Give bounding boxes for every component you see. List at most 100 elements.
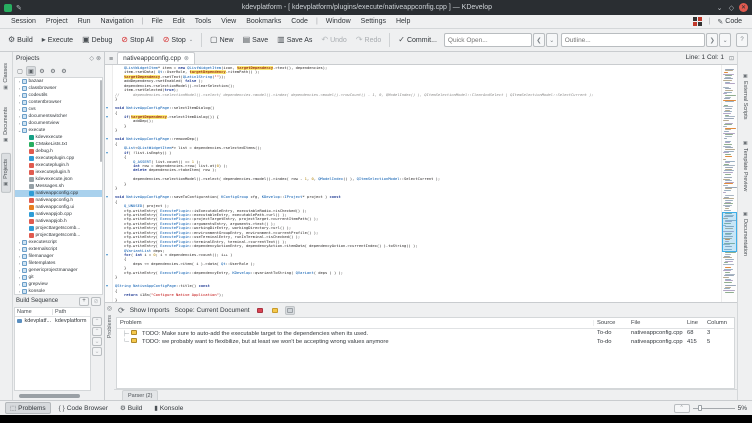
menu-run[interactable]: Run xyxy=(73,18,96,25)
toolview-settings-icon[interactable]: ◎ xyxy=(107,305,112,312)
tree-item-execute[interactable]: ⌄ execute xyxy=(15,127,102,134)
menu-file[interactable]: File xyxy=(146,18,167,25)
tree-item-debug-h[interactable]: debug.h xyxy=(15,148,102,155)
help-button[interactable]: ? xyxy=(736,33,749,47)
menu-project[interactable]: Project xyxy=(41,18,73,25)
col-column[interactable]: Column xyxy=(704,320,734,326)
menu-bookmarks[interactable]: Bookmarks xyxy=(241,18,286,25)
minimap-viewport[interactable] xyxy=(722,211,737,253)
errors-toggle[interactable] xyxy=(255,306,265,315)
menu-settings[interactable]: Settings xyxy=(356,18,391,25)
next-button[interactable]: ❯ xyxy=(706,33,719,47)
warnings-toggle[interactable] xyxy=(270,306,280,315)
hints-toggle[interactable] xyxy=(284,305,295,315)
project-targets-icon[interactable]: ▣ xyxy=(26,66,36,76)
scope-dropdown[interactable]: Scope: Current Document xyxy=(174,307,249,314)
remove-build-item-button[interactable]: ⊘ xyxy=(91,296,101,306)
code-line[interactable]: } xyxy=(115,298,721,302)
sidebar-tab-external-scripts[interactable]: ▣ External Scripts xyxy=(741,68,749,125)
fold-marker-icon[interactable]: ▾ xyxy=(106,284,108,288)
tree-item-nativeappconfig-h[interactable]: nativeappconfig.h xyxy=(15,197,102,204)
menu-tools[interactable]: Tools xyxy=(190,18,216,25)
minimap-scrollbar[interactable] xyxy=(721,65,737,302)
tree-item-bazaar[interactable]: › bazaar xyxy=(15,78,102,85)
save-button[interactable]: ▤ Save xyxy=(239,34,273,46)
add-build-item-button[interactable]: + xyxy=(79,296,89,306)
menu-edit[interactable]: Edit xyxy=(168,18,190,25)
sidebar-tab-classes[interactable]: ▣ Classes xyxy=(2,58,10,96)
fold-marker-icon[interactable]: ▾ xyxy=(106,137,108,141)
commit-button[interactable]: ✓ Commit... xyxy=(394,34,441,46)
col-source[interactable]: Source xyxy=(594,320,628,326)
parser-status[interactable]: Parser (2) xyxy=(122,390,159,400)
save-as-button[interactable]: ▥ Save As xyxy=(273,34,316,46)
tree-item-kdevexecute-json[interactable]: kdevexecute.json xyxy=(15,176,102,183)
tree-scrollbar[interactable] xyxy=(99,80,102,163)
tree-item-executescript[interactable]: › executescript xyxy=(15,239,102,246)
stop-all-button[interactable]: ⊘ Stop All xyxy=(117,34,157,46)
menu-help[interactable]: Help xyxy=(391,18,415,25)
float-panel-icon[interactable]: ◇ xyxy=(89,55,94,62)
area-switcher-icon[interactable] xyxy=(692,17,702,26)
col-problem[interactable]: Problem xyxy=(117,320,594,326)
tree-item-nativeappconfig-cpp[interactable]: nativeappconfig.cpp xyxy=(15,190,102,197)
tree-item-git[interactable]: › git xyxy=(15,274,102,281)
fold-marker-icon[interactable]: ▾ xyxy=(106,150,108,155)
menu-session[interactable]: Session xyxy=(6,18,41,25)
problem-row[interactable]: └─ TODO: we probably want to flexibilize,… xyxy=(117,338,734,347)
tree-item-codeutils[interactable]: › codeutils xyxy=(15,92,102,99)
menu-view[interactable]: View xyxy=(216,18,241,25)
document-list-icon[interactable]: ≡ xyxy=(105,56,117,64)
tree-item-filetemplates[interactable]: › filetemplates xyxy=(15,260,102,267)
col-line[interactable]: Line xyxy=(684,320,704,326)
menu-code[interactable]: Code xyxy=(286,18,313,25)
statusbar-code-browser[interactable]: { } Code Browser xyxy=(55,402,112,414)
tree-item-projecttargetscomb-[interactable]: projecttargetscomb... xyxy=(15,232,102,239)
move-bottom-button[interactable]: ⌄ xyxy=(92,347,102,356)
statusbar-problems[interactable]: ⬚ Problems xyxy=(5,402,51,414)
sidebar-tab-projects[interactable]: ▣ Projects xyxy=(1,153,11,194)
close-panel-icon[interactable]: ⊗ xyxy=(96,55,101,62)
fold-marker-icon[interactable]: ▾ xyxy=(106,114,108,119)
tree-item-classbrowser[interactable]: › classbrowser xyxy=(15,85,102,92)
fold-marker-icon[interactable]: ▾ xyxy=(106,252,108,257)
build-button[interactable]: ⚙ Build xyxy=(4,34,37,46)
split-view-icon[interactable]: ⊡ xyxy=(729,55,737,62)
problem-row[interactable]: ├─ TODO: Make sure to auto-add the execut… xyxy=(117,329,734,338)
project-build-icon[interactable]: ⚙ xyxy=(37,66,47,76)
move-top-button[interactable]: ⌃ xyxy=(92,317,102,326)
tab-close-icon[interactable]: ⊗ xyxy=(184,55,189,62)
tree-item-filemanager[interactable]: › filemanager xyxy=(15,253,102,260)
tree-item-executeplugin-h[interactable]: executeplugin.h xyxy=(15,162,102,169)
prev-outline-dropdown[interactable]: ⌄ xyxy=(545,33,558,47)
tree-item-nativeappjob-cpp[interactable]: nativeappjob.cpp xyxy=(15,211,102,218)
next-dropdown[interactable]: ⌄ xyxy=(719,33,732,47)
editor-tab[interactable]: nativeappconfig.cpp ⊗ xyxy=(117,52,195,64)
fold-marker-icon[interactable]: ▾ xyxy=(106,106,108,110)
quick-open-input[interactable] xyxy=(443,33,532,47)
statusbar-build[interactable]: ⚙ Build xyxy=(116,402,146,414)
bs-col-name[interactable]: Name xyxy=(15,309,53,315)
expand-statusbar-icon[interactable]: ⌃ xyxy=(673,403,690,413)
redo-button[interactable]: ↷ Redo xyxy=(352,34,385,46)
statusbar-konsole[interactable]: ▮ Konsole xyxy=(150,402,187,414)
minimize-icon[interactable]: ⌄ xyxy=(715,3,724,12)
reparse-icon[interactable]: ⟳ xyxy=(118,306,125,315)
undo-button[interactable]: ↶ Undo xyxy=(317,34,350,46)
debug-button[interactable]: ▣ Debug xyxy=(78,34,116,46)
prev-outline-button[interactable]: ❮ xyxy=(532,33,545,47)
sidebar-tab-documents[interactable]: ▣ Documents xyxy=(2,102,10,148)
fold-marker-icon[interactable]: ▾ xyxy=(106,195,108,199)
build-sequence-row[interactable]: kdevplatf... kdevplatform xyxy=(15,317,90,325)
move-down-button[interactable]: ⌄ xyxy=(92,337,102,346)
tree-item-nativeappjob-h[interactable]: nativeappjob.h xyxy=(15,218,102,225)
tree-item-genericprojectmanager[interactable]: › genericprojectmanager xyxy=(15,267,102,274)
project-locate-icon[interactable]: ▢ xyxy=(15,66,25,76)
sidebar-tab-documentation[interactable]: ▣ Documentation xyxy=(741,206,749,261)
tree-item-Messages-sh[interactable]: Messages.sh xyxy=(15,183,102,190)
project-clean-icon[interactable]: ⚙ xyxy=(59,66,69,76)
hscrollbar[interactable] xyxy=(19,393,80,398)
project-install-icon[interactable]: ⚙ xyxy=(48,66,58,76)
tree-item-projecttargetscomb-[interactable]: projecttargetscomb... xyxy=(15,225,102,232)
fold-gutter[interactable]: ▾ ▾ ▾ ▾ ▾ ▾ ▾ xyxy=(105,65,113,302)
